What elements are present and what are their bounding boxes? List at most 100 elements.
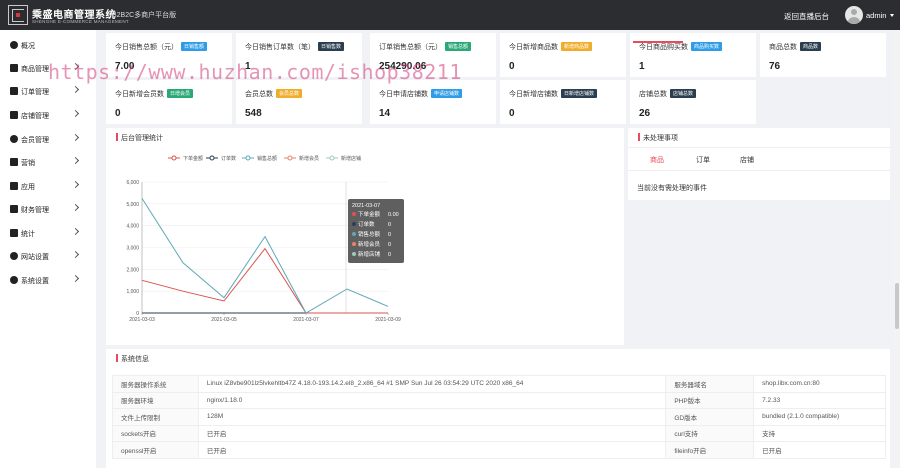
tooltip-date: 2021-03-07 xyxy=(352,203,380,209)
table-value-cell: 7.2.33 xyxy=(753,391,886,409)
legend-marker[interactable] xyxy=(171,155,177,161)
stat-label-text: 订单销售总额（元） xyxy=(379,44,442,51)
table-key-cell: openssl开启 xyxy=(112,441,199,459)
top-bar: 乘盛电商管理系统 SHENGHE E-COMMERCE MANAGEMENT B… xyxy=(0,0,900,30)
divider xyxy=(628,147,890,148)
stat-tag-badge: 申请店铺数 xyxy=(431,89,463,98)
sidebar-item-4[interactable]: 会员管理 xyxy=(0,128,96,150)
system-info-title: 系统信息 xyxy=(116,354,149,364)
stat-tag-badge: 商品数 xyxy=(800,42,822,51)
avatar[interactable] xyxy=(845,6,863,24)
table-key-cell: sockets开启 xyxy=(112,424,199,442)
stat-label-text: 商品总数 xyxy=(769,44,797,51)
tooltip-marker xyxy=(352,212,356,216)
stat-value: 1 xyxy=(245,61,251,72)
sidebar-item-0[interactable]: 概况 xyxy=(0,34,96,56)
y-tick-label: 3,000 xyxy=(126,246,139,252)
table-value-cell: 已开启 xyxy=(197,441,667,459)
tooltip-marker xyxy=(352,232,356,236)
stat-tag-badge: 日销售额 xyxy=(181,42,208,51)
tab-orders[interactable]: 订单 xyxy=(696,155,710,165)
stat-value: 1 xyxy=(639,61,645,72)
dashboard-icon xyxy=(10,41,18,49)
stat-tag-badge: 日增会员 xyxy=(167,89,194,98)
stat-label-text: 今日申请店铺数 xyxy=(379,91,428,98)
table-value-cell: 已开启 xyxy=(753,441,886,459)
line-chart[interactable]: 下单金额 订单数 销售总额 新增会员 新增店铺01,0002,0003,0004,000… xyxy=(106,128,624,345)
tooltip-value: 0.00 xyxy=(388,212,399,218)
todo-panel: 未处理事项 商品 订单 店铺 当前没有需处理的事件 xyxy=(628,128,890,200)
y-tick-label: 2,000 xyxy=(126,267,139,273)
stat-label: 今日销售订单数（笔） 日销售数 xyxy=(245,42,345,52)
table-key-cell: curl支持 xyxy=(665,424,755,442)
stat-label: 今日新增商品数 新增商品数 xyxy=(509,42,593,52)
sidebar-item-8[interactable]: 统计 xyxy=(0,222,96,244)
sidebar-item-1[interactable]: 商品管理 xyxy=(0,57,96,79)
sidebar-item-7[interactable]: 财务管理 xyxy=(0,198,96,220)
stat-value: 26 xyxy=(639,108,651,119)
return-live-link[interactable]: 返回直播后台 xyxy=(784,11,829,22)
y-tick-label: 4,000 xyxy=(126,224,139,230)
table-key-cell: 服务器操作系统 xyxy=(112,375,199,393)
legend-marker[interactable] xyxy=(245,155,251,161)
legend-marker[interactable] xyxy=(287,155,293,161)
legend-label[interactable]: 新增店铺 xyxy=(341,155,361,162)
chart-panel: 后台管理统计 下单金额 订单数 销售总额 新增会员 新增店铺 0 1,000 2,000 3,0… xyxy=(106,128,624,345)
tooltip-marker xyxy=(352,242,356,246)
scrollbar-thumb[interactable] xyxy=(895,283,899,329)
stat-value: 76 xyxy=(769,61,781,72)
stat-label-text: 会员总数 xyxy=(245,91,273,98)
stat-value: 14 xyxy=(379,108,391,119)
stat-label: 今日销售总额（元） 日销售额 xyxy=(115,42,208,52)
x-tick-label: 2021-03-03 xyxy=(129,317,155,323)
tooltip-label: 销售总额 xyxy=(358,230,381,238)
table-key-cell: fileinfo开启 xyxy=(665,441,755,459)
chevron-down-icon[interactable] xyxy=(890,14,894,17)
legend-label[interactable]: 订单数 xyxy=(221,155,236,162)
chevron-right-icon xyxy=(71,85,80,94)
user-name[interactable]: admin xyxy=(866,11,886,20)
app-icon xyxy=(10,182,18,190)
stat-label-text: 今日新增会员数 xyxy=(115,91,164,98)
stat-value: 0 xyxy=(509,108,515,119)
active-tab-indicator xyxy=(633,41,683,43)
sidebar-item-label: 店铺管理 xyxy=(21,113,49,120)
website-settings-icon xyxy=(10,252,18,260)
legend-label[interactable]: 新增会员 xyxy=(299,155,319,162)
stat-value: 254290.06 xyxy=(379,61,427,72)
sidebar-item-10[interactable]: 系统设置 xyxy=(0,269,96,291)
tooltip-value: 0 xyxy=(388,222,391,228)
stat-label-text: 今日新增店铺数 xyxy=(509,91,558,98)
goods-icon xyxy=(10,64,18,72)
legend-label[interactable]: 销售总额 xyxy=(257,155,277,162)
sidebar-item-6[interactable]: 应用 xyxy=(0,175,96,197)
sidebar-item-9[interactable]: 网站设置 xyxy=(0,245,96,267)
stat-card: 今日商品购买数 商品购买数 1 xyxy=(630,33,756,77)
chevron-right-icon xyxy=(71,203,80,212)
tab-goods[interactable]: 商品 xyxy=(650,155,664,165)
sidebar-item-label: 统计 xyxy=(21,231,35,238)
sidebar-item-2[interactable]: 订单管理 xyxy=(0,80,96,102)
tooltip-label: 新增会员 xyxy=(358,240,381,248)
tooltip-label: 新增店铺 xyxy=(358,250,381,258)
tab-stores[interactable]: 店铺 xyxy=(740,155,754,165)
y-tick-label: 6,000 xyxy=(126,180,139,186)
brand-edition: B2B2C多商户平台版 xyxy=(112,12,177,19)
scrollbar-track[interactable] xyxy=(894,30,900,468)
stat-tag-badge: 日销售数 xyxy=(318,42,345,51)
stat-value: 548 xyxy=(245,108,262,119)
sidebar-item-label: 商品管理 xyxy=(21,66,49,73)
marketing-icon xyxy=(10,158,18,166)
legend-marker[interactable] xyxy=(209,155,215,161)
table-value-cell: Linux iZ8vbe901lz5lvkehltb47Z 4.18.0-193… xyxy=(197,375,667,393)
system-info-panel: 系统信息 服务器操作系统 Linux iZ8vbe901lz5lvkehltb47… xyxy=(106,349,890,468)
chevron-right-icon xyxy=(71,250,80,259)
sidebar-item-3[interactable]: 店铺管理 xyxy=(0,104,96,126)
legend-label[interactable]: 下单金额 xyxy=(183,155,203,162)
sidebar-item-label: 订单管理 xyxy=(21,89,49,96)
sidebar: 概况商品管理订单管理店铺管理会员管理 营销 应用 财务管理统计网站设置 系统设置 xyxy=(0,30,96,468)
legend-marker[interactable] xyxy=(329,155,335,161)
sidebar-item-label: 概况 xyxy=(21,43,35,50)
sidebar-item-5[interactable]: 营销 xyxy=(0,151,96,173)
table-key-cell: 文件上传限制 xyxy=(112,408,199,426)
